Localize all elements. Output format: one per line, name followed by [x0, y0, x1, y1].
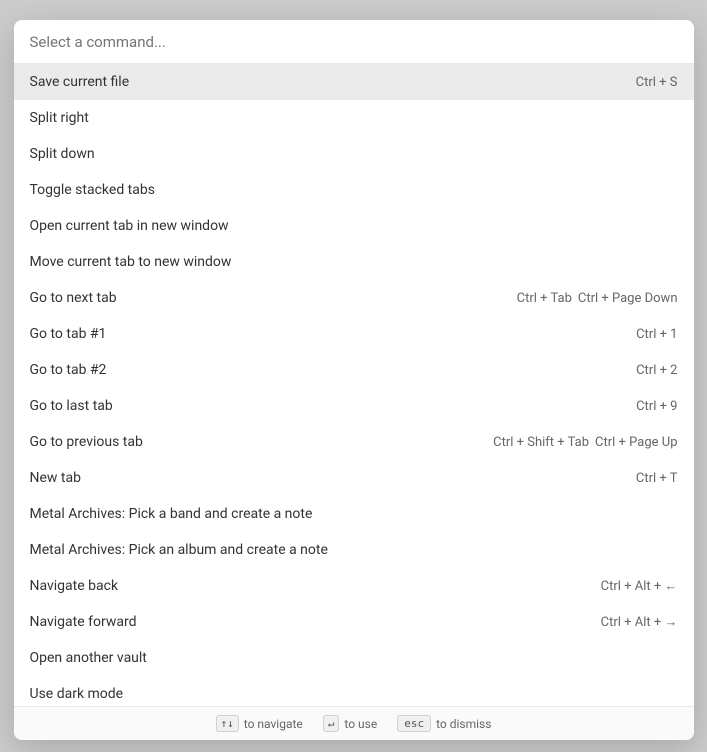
command-item[interactable]: Go to tab #1Ctrl + 1 [14, 316, 694, 352]
command-label: Move current tab to new window [30, 254, 678, 270]
commands-list: Save current fileCtrl + S Split right Spli… [14, 64, 694, 706]
command-item[interactable]: Go to tab #2Ctrl + 2 [14, 352, 694, 388]
command-label: Metal Archives: Pick an album and create… [30, 542, 678, 558]
command-item[interactable]: Toggle stacked tabs [14, 172, 694, 208]
command-item[interactable]: Go to last tabCtrl + 9 [14, 388, 694, 424]
command-item[interactable]: Go to previous tabCtrl + Shift + TabCtrl… [14, 424, 694, 460]
dismiss-label: to dismiss [436, 717, 491, 731]
shortcut: Ctrl + Alt + ← [601, 578, 678, 594]
shortcut: Ctrl + Page Down [578, 291, 678, 306]
command-label: Go to last tab [30, 398, 637, 414]
navigate-label: to navigate [244, 717, 303, 731]
command-label: New tab [30, 470, 636, 486]
shortcut-group: Ctrl + S [636, 75, 678, 90]
navigate-key: ↑↓ [216, 715, 239, 732]
command-label: Toggle stacked tabs [30, 182, 678, 198]
shortcut-group: Ctrl + 1 [636, 327, 677, 342]
shortcut: Ctrl + 2 [636, 363, 677, 378]
shortcut-group: Ctrl + Alt + ← [601, 578, 678, 594]
shortcut: Ctrl + Tab [517, 291, 572, 306]
command-item[interactable]: Metal Archives: Pick an album and create… [14, 532, 694, 568]
shortcut: Ctrl + T [636, 471, 678, 486]
command-item[interactable]: Move current tab to new window [14, 244, 694, 280]
command-label: Go to tab #1 [30, 326, 637, 342]
search-area [14, 20, 694, 64]
command-item[interactable]: Navigate backCtrl + Alt + ← [14, 568, 694, 604]
shortcut-group: Ctrl + 9 [636, 399, 677, 414]
shortcut-group: Ctrl + Shift + Tab Ctrl + Page Up [493, 435, 677, 450]
command-item[interactable]: Navigate forwardCtrl + Alt + → [14, 604, 694, 640]
command-item[interactable]: Go to next tabCtrl + Tab Ctrl + Page Down [14, 280, 694, 316]
command-label: Use dark mode [30, 686, 678, 702]
command-label: Navigate back [30, 578, 601, 594]
command-item[interactable]: Use dark mode [14, 676, 694, 706]
modal-overlay: Save current fileCtrl + S Split right Spli… [0, 0, 707, 752]
use-hint: ↵ to use [323, 715, 377, 732]
shortcut: Ctrl + 1 [636, 327, 677, 342]
command-label: Open another vault [30, 650, 678, 666]
shortcut: Ctrl + Page Up [595, 435, 677, 450]
command-item[interactable]: Split down [14, 136, 694, 172]
command-item[interactable]: Split right [14, 100, 694, 136]
command-label: Metal Archives: Pick a band and create a… [30, 506, 678, 522]
command-label: Save current file [30, 74, 636, 90]
command-item[interactable]: New tabCtrl + T [14, 460, 694, 496]
command-item[interactable]: Metal Archives: Pick a band and create a… [14, 496, 694, 532]
shortcut-group: Ctrl + T [636, 471, 678, 486]
command-palette: Save current fileCtrl + S Split right Spli… [14, 20, 694, 740]
shortcut: Ctrl + Alt + → [601, 614, 678, 630]
command-label: Go to tab #2 [30, 362, 637, 378]
command-label: Go to previous tab [30, 434, 494, 450]
footer: ↑↓ to navigate ↵ to use esc to dismiss [14, 706, 694, 740]
navigate-hint: ↑↓ to navigate [216, 715, 303, 732]
command-item[interactable]: Open another vault [14, 640, 694, 676]
command-item[interactable]: Open current tab in new window [14, 208, 694, 244]
command-item[interactable]: Save current fileCtrl + S [14, 64, 694, 100]
command-label: Split right [30, 110, 678, 126]
shortcut-group: Ctrl + Tab Ctrl + Page Down [517, 291, 678, 306]
command-label: Open current tab in new window [30, 218, 678, 234]
shortcut-group: Ctrl + 2 [636, 363, 677, 378]
shortcut-group: Ctrl + Alt + → [601, 614, 678, 630]
search-input[interactable] [30, 33, 678, 51]
shortcut: Ctrl + Shift + Tab [493, 435, 589, 450]
dismiss-key: esc [397, 715, 431, 732]
command-label: Navigate forward [30, 614, 601, 630]
shortcut: Ctrl + 9 [636, 399, 677, 414]
command-label: Split down [30, 146, 678, 162]
dismiss-hint: esc to dismiss [397, 715, 491, 732]
use-key: ↵ [323, 715, 340, 732]
command-label: Go to next tab [30, 290, 517, 306]
shortcut: Ctrl + S [636, 75, 678, 90]
use-label: to use [344, 717, 377, 731]
